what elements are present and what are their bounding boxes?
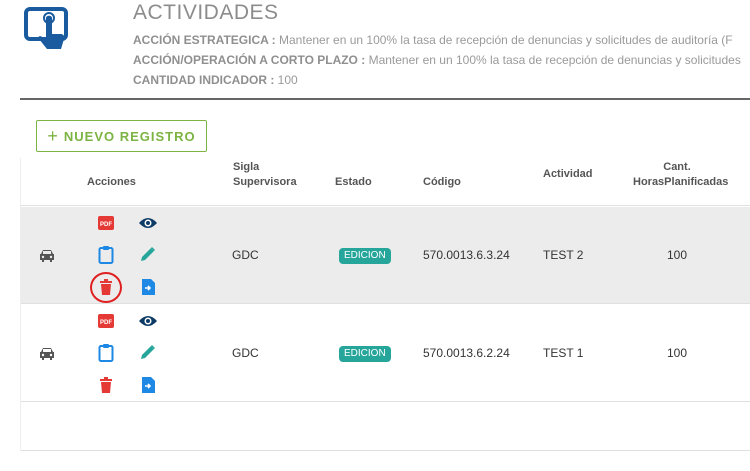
status-badge: EDICION bbox=[339, 248, 391, 264]
page-header: ACTIVIDADES ACCIÓN ESTRATEGICA : Mantene… bbox=[0, 0, 750, 100]
cell-sigla: GDC bbox=[232, 248, 259, 262]
pencil-icon[interactable] bbox=[138, 342, 158, 362]
car-icon bbox=[40, 250, 54, 262]
cell-actividad: TEST 1 bbox=[543, 346, 584, 360]
clipboard-icon[interactable] bbox=[96, 342, 116, 362]
pdf-icon[interactable]: PDF bbox=[96, 213, 116, 233]
table-row: PDF GDC EDICION 570.0013.6.3.24 TEST 2 1… bbox=[21, 207, 750, 304]
indicator-count: CANTIDAD INDICADOR : 100 bbox=[133, 73, 298, 87]
file-export-icon[interactable] bbox=[138, 375, 158, 395]
eye-icon[interactable] bbox=[138, 311, 158, 331]
svg-text:PDF: PDF bbox=[100, 320, 112, 326]
trash-icon[interactable] bbox=[96, 375, 116, 395]
pdf-icon[interactable]: PDF bbox=[96, 311, 116, 331]
new-record-button[interactable]: + NUEVO REGISTRO bbox=[36, 120, 207, 152]
new-record-label: NUEVO REGISTRO bbox=[63, 128, 196, 144]
svg-text:PDF: PDF bbox=[100, 222, 112, 228]
cell-sigla: GDC bbox=[232, 346, 259, 360]
cell-actividad: TEST 2 bbox=[543, 248, 584, 262]
eye-icon[interactable] bbox=[138, 213, 158, 233]
touch-screen-icon bbox=[24, 7, 68, 49]
file-export-icon[interactable] bbox=[138, 277, 158, 297]
col-actividad: Actividad bbox=[543, 168, 593, 180]
cell-horas: 100 bbox=[666, 248, 688, 262]
col-horas: Cant. HorasPlanificadas bbox=[633, 161, 729, 188]
table-header: Acciones Sigla Supervisora Estado Código … bbox=[21, 158, 750, 206]
activities-table: Acciones Sigla Supervisora Estado Código … bbox=[20, 158, 750, 451]
header-divider bbox=[20, 98, 750, 100]
plus-icon: + bbox=[47, 126, 59, 146]
cell-codigo: 570.0013.6.3.24 bbox=[423, 248, 510, 262]
trash-icon[interactable] bbox=[96, 277, 116, 297]
col-estado: Estado bbox=[335, 176, 372, 188]
pencil-icon[interactable] bbox=[138, 244, 158, 264]
cell-codigo: 570.0013.6.2.24 bbox=[423, 346, 510, 360]
table-row: PDF GDC EDICION 570.0013.6.2.24 TEST 1 1… bbox=[21, 305, 750, 402]
status-badge: EDICION bbox=[339, 346, 391, 362]
col-acciones: Acciones bbox=[87, 176, 136, 188]
strategic-action: ACCIÓN ESTRATEGICA : Mantener en un 100%… bbox=[133, 33, 733, 47]
short-term-action: ACCIÓN/OPERACIÓN A CORTO PLAZO : Mantene… bbox=[133, 53, 741, 67]
page-title: ACTIVIDADES bbox=[133, 1, 279, 24]
table-footer-row bbox=[21, 402, 750, 451]
cell-horas: 100 bbox=[666, 346, 688, 360]
car-icon bbox=[40, 348, 54, 360]
col-sigla: Sigla Supervisora bbox=[233, 161, 297, 188]
clipboard-icon[interactable] bbox=[96, 244, 116, 264]
col-codigo: Código bbox=[423, 176, 461, 188]
